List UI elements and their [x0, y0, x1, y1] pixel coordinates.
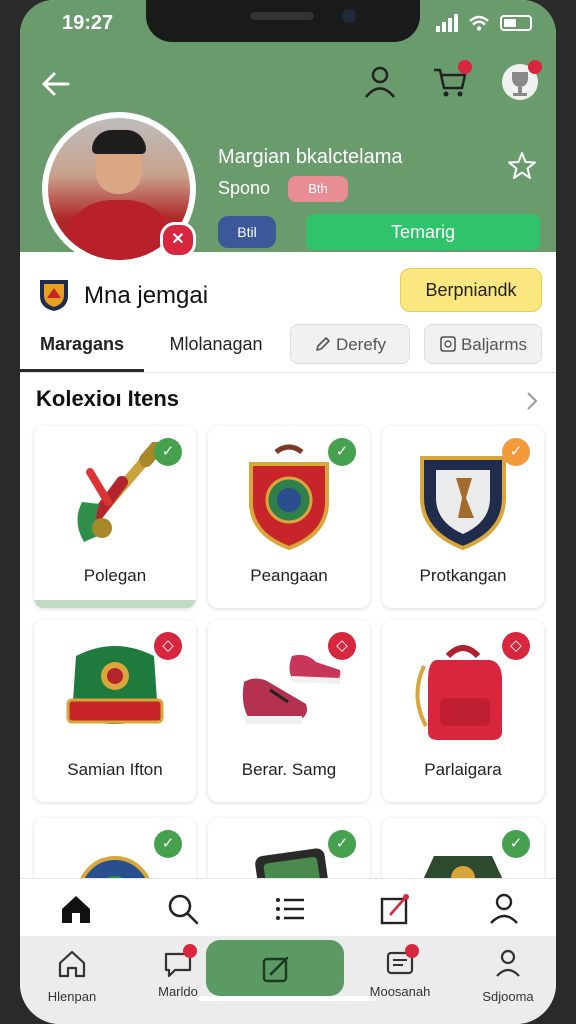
avatar-shirt: [62, 200, 176, 260]
collection-item-label: Peangaan: [250, 566, 328, 585]
profile-button[interactable]: [360, 62, 400, 102]
speaker: [250, 12, 314, 20]
profile-small-button[interactable]: Btil: [218, 216, 276, 248]
user-icon: [365, 66, 395, 98]
status-time: 19:27: [62, 12, 114, 34]
status-icons: [436, 14, 532, 32]
collection-item[interactable]: ◇ Parlaigara: [382, 620, 544, 802]
signal-icon: [436, 14, 458, 32]
check-badge-icon: ✓: [328, 438, 356, 466]
collection-item[interactable]: ✓ Peangaan: [208, 426, 370, 608]
team-crest-icon: [40, 280, 68, 311]
chat-icon-wrap: [161, 944, 197, 980]
messages-badge: [405, 944, 419, 958]
bottom-tab-edit[interactable]: [236, 946, 316, 1016]
check-badge-icon: ✓: [328, 830, 356, 858]
section-title: Kolexioı Itens: [36, 386, 180, 411]
bottom-tab-home[interactable]: Hlenpan: [32, 946, 112, 1016]
profile-name: Margian bkalctelama: [218, 146, 403, 168]
person-icon[interactable]: [484, 889, 524, 929]
collection-item[interactable]: ◇ Samian Ifton: [34, 620, 196, 802]
profile-primary-button[interactable]: Temarig: [306, 214, 540, 250]
wifi-icon: [469, 15, 489, 31]
bottom-tab-bar: Hlenpan Marldo Moosanah Sdjooma: [20, 936, 556, 1024]
team-name: Mna jemgai: [84, 282, 209, 309]
cart-badge: [458, 60, 472, 74]
collection-item-label: Protkangan: [419, 566, 507, 585]
red-backpack-icon: [415, 645, 502, 740]
collection-item[interactable]: ✓ Polegan: [34, 426, 196, 608]
team-action-button[interactable]: Berpniandk: [400, 268, 542, 312]
tag-badge-icon: ◇: [328, 632, 356, 660]
app-screen: 19:27 ✕ Margian bkalctelama Spono Bth Bt…: [20, 0, 556, 1024]
home-icon: [58, 950, 86, 978]
check-badge-icon: ✓: [154, 438, 182, 466]
search-icon[interactable]: [163, 889, 203, 929]
tab-mlolanagan[interactable]: Mlolanagan: [156, 322, 276, 372]
collection-item-label: Samian Ifton: [67, 760, 163, 779]
tag-badge-icon: ◇: [154, 632, 182, 660]
navy-crest-icon: [420, 456, 506, 551]
edit-icon: [262, 956, 289, 983]
check-badge-icon: ✓: [502, 830, 530, 858]
tab-baljarms[interactable]: Baljarms: [424, 324, 542, 364]
bottom-tab-messages[interactable]: Moosanah: [360, 944, 440, 1016]
battery-icon: [500, 15, 532, 31]
collection-item-label: Parlaigara: [424, 760, 502, 779]
selected-indicator: [34, 600, 196, 608]
list-icon[interactable]: [270, 889, 310, 929]
bottom-tab-chat[interactable]: Marldo: [138, 944, 218, 1016]
avatar-status-badge: ✕: [160, 222, 196, 258]
chevron-right-icon[interactable]: [524, 390, 540, 412]
profile-pill: Bth: [288, 176, 348, 202]
collection-item-label: Berar. Samg: [241, 760, 337, 779]
secondary-nav: [20, 878, 556, 937]
square-icon: [440, 336, 456, 352]
avatar-hair: [92, 130, 146, 154]
home-indicator: [198, 996, 376, 1001]
bottom-tab-profile[interactable]: Sdjooma: [468, 946, 548, 1016]
trophy-button[interactable]: [500, 60, 542, 102]
check-badge-icon: ✓: [154, 830, 182, 858]
trophy-badge: [528, 60, 542, 74]
collection-item[interactable]: ✓ Protkangan: [382, 426, 544, 608]
tab-baljarms-label: Baljarms: [460, 335, 528, 354]
home-icon[interactable]: [56, 889, 96, 929]
favorite-star-icon[interactable]: [506, 150, 538, 182]
pencil-icon: [316, 337, 330, 351]
tab-derefy[interactable]: Derefy: [290, 324, 410, 364]
profile-subtitle: Spono: [218, 178, 271, 198]
tab-bar: Maragans Mlolanagan Derefy Baljarms: [20, 322, 556, 373]
notch: [146, 0, 420, 42]
bottom-tab-label: Hlenpan: [47, 989, 97, 1004]
collection-item[interactable]: ◇ Berar. Samg: [208, 620, 370, 802]
compose-icon[interactable]: [376, 889, 416, 929]
tab-derefy-label: Derefy: [335, 335, 387, 354]
team-row: Mna jemgai Berpniandk: [20, 262, 556, 322]
person-icon: [496, 949, 520, 977]
sneakers-icon: [242, 654, 341, 724]
phone-frame: 19:27 ✕ Margian bkalctelama Spono Bth Bt…: [0, 0, 576, 1024]
back-arrow-icon[interactable]: [38, 66, 74, 102]
camera: [342, 9, 356, 23]
vuvuzela-icon: [77, 442, 165, 542]
top-actions: [360, 60, 542, 102]
chat-badge: [183, 944, 197, 958]
check-badge-icon: ✓: [502, 438, 530, 466]
bottom-tab-label: Sdjooma: [482, 989, 534, 1004]
collection-item-label: Polegan: [83, 566, 147, 585]
cart-button[interactable]: [430, 60, 472, 102]
message-icon-wrap: [383, 944, 419, 980]
green-scarf-icon: [66, 646, 164, 724]
tag-badge-icon: ◇: [502, 632, 530, 660]
tab-maragans[interactable]: Maragans: [20, 322, 144, 372]
red-shield-badge-icon: [249, 444, 329, 551]
